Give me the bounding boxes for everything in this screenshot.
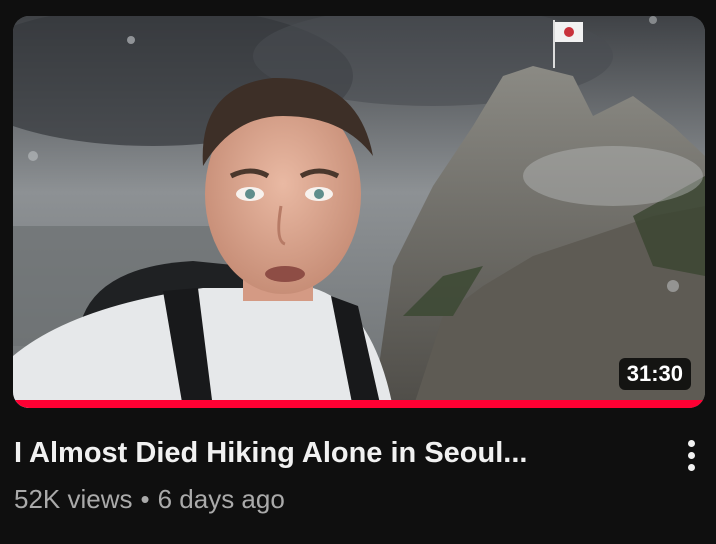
video-thumbnail[interactable]: 31:30 [13,16,705,408]
thumbnail-image [13,16,705,408]
watch-progress-bar [13,400,705,408]
menu-dot [687,463,695,471]
video-title[interactable]: I Almost Died Hiking Alone in Seoul... [14,434,634,472]
meta-separator: • [140,484,150,514]
video-card[interactable]: 31:30 I Almost Died Hiking Alone in Seou… [0,0,716,544]
duration-badge: 31:30 [618,358,691,390]
menu-dot [687,451,695,459]
more-vert-icon[interactable] [672,432,710,478]
menu-dot [687,439,695,447]
view-count: 52K views [14,484,133,514]
video-metadata: 52K views • 6 days ago [14,482,285,516]
watch-progress-fill [13,400,705,408]
published-date: 6 days ago [157,484,285,514]
